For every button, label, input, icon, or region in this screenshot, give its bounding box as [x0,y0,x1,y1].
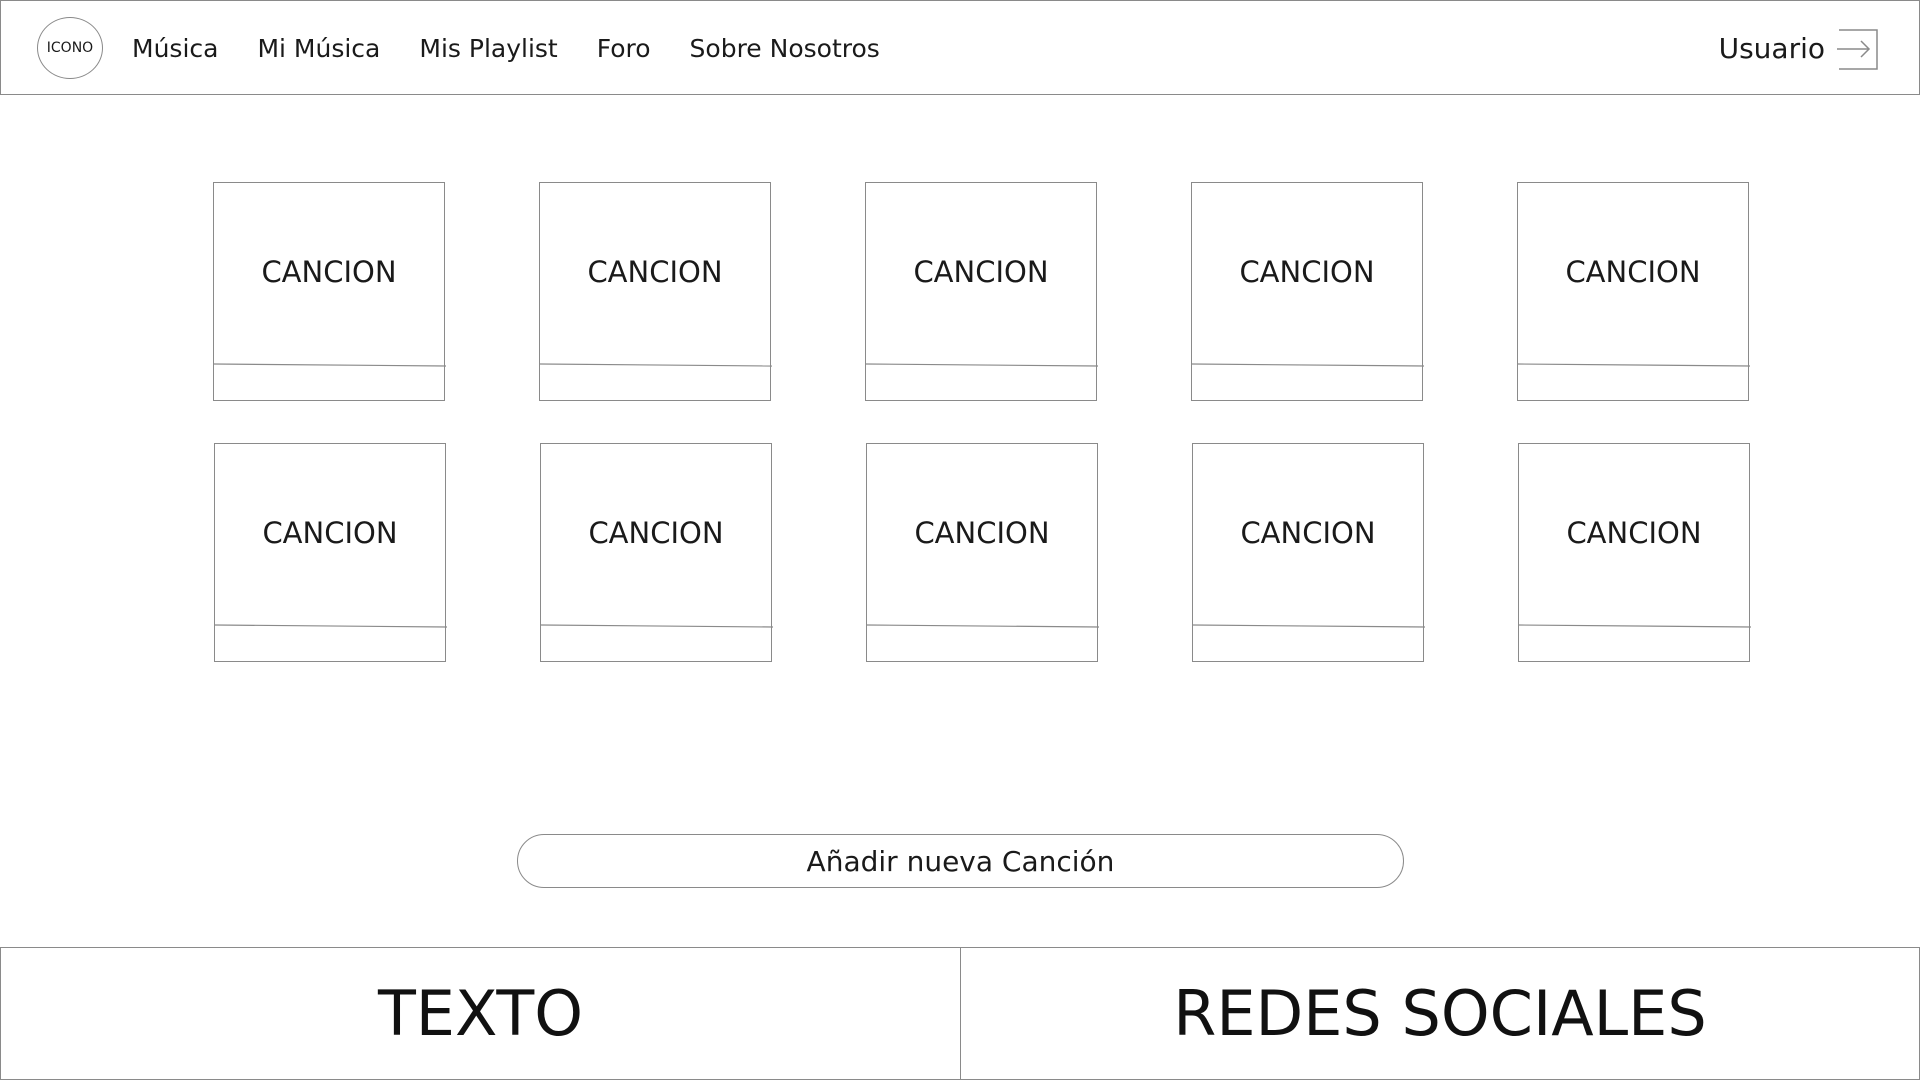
footer-social-text: REDES SOCIALES [1173,977,1707,1050]
footer-social-panel[interactable]: REDES SOCIALES [960,947,1920,1080]
song-title: CANCION [1565,255,1701,289]
song-card[interactable]: CANCION [213,182,446,401]
nav-item-mi-musica[interactable]: Mi Música [257,34,380,63]
song-card[interactable]: CANCION [1518,443,1751,662]
song-card-divider [540,363,772,367]
song-title: CANCION [1240,516,1376,550]
main-nav: Música Mi Música Mis Playlist Foro Sobre… [132,1,919,96]
footer-text-panel: TEXTO [0,947,961,1080]
song-card-divider [1518,363,1750,367]
song-card-divider [866,363,1098,367]
song-card-divider [1519,624,1751,628]
song-card[interactable]: CANCION [539,182,772,401]
footer-text: TEXTO [377,977,584,1050]
song-title: CANCION [262,516,398,550]
song-card[interactable]: CANCION [866,443,1099,662]
logo-text: ICONO [46,40,94,56]
user-label[interactable]: Usuario [1719,32,1825,65]
song-title: CANCION [587,255,723,289]
top-nav-bar: ICONO Música Mi Música Mis Playlist Foro… [0,0,1920,95]
song-card-divider [215,624,447,628]
song-card[interactable]: CANCION [1517,182,1750,401]
nav-item-musica[interactable]: Música [132,34,218,63]
song-title: CANCION [914,516,1050,550]
logo-icon[interactable]: ICONO [37,17,103,79]
logout-arrow-icon[interactable] [1837,29,1878,70]
song-card[interactable]: CANCION [540,443,773,662]
song-card-divider [867,624,1099,628]
song-card[interactable]: CANCION [1191,182,1424,401]
song-card[interactable]: CANCION [214,443,447,662]
song-card[interactable]: CANCION [865,182,1098,401]
nav-item-foro[interactable]: Foro [597,34,651,63]
song-card-divider [1192,363,1424,367]
song-card[interactable]: CANCION [1192,443,1425,662]
song-title: CANCION [588,516,724,550]
song-title: CANCION [913,255,1049,289]
song-card-divider [1193,624,1425,628]
nav-item-mis-playlist[interactable]: Mis Playlist [419,34,557,63]
song-card-divider [214,363,446,367]
song-title: CANCION [1239,255,1375,289]
song-title: CANCION [1566,516,1702,550]
page: ICONO Música Mi Música Mis Playlist Foro… [0,0,1920,1080]
song-title: CANCION [261,255,397,289]
nav-item-sobre-nosotros[interactable]: Sobre Nosotros [690,34,880,63]
add-song-label: Añadir nueva Canción [806,844,1115,878]
song-card-divider [541,624,773,628]
add-song-button[interactable]: Añadir nueva Canción [517,834,1404,888]
user-menu[interactable]: Usuario [1719,1,1825,96]
